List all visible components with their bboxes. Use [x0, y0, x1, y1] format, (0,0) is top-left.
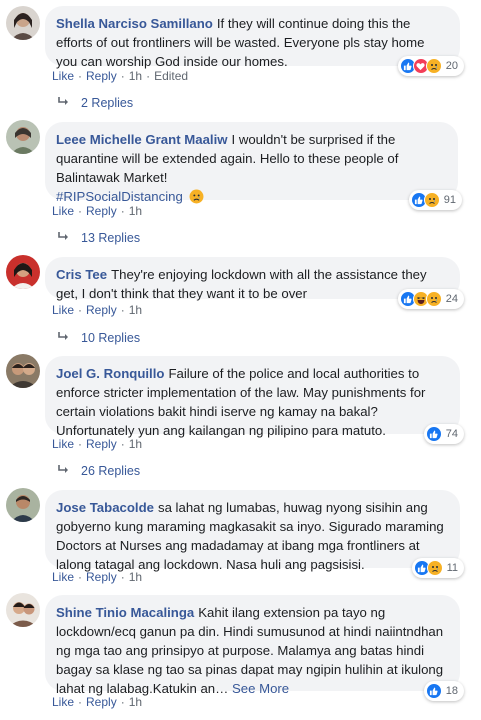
like-button[interactable]: Like	[52, 204, 74, 218]
comment-bubble: Shine Tinio Macalinga Kahit ilang extensi…	[45, 595, 464, 701]
edited-label[interactable]: Edited	[154, 69, 188, 83]
author-name[interactable]: Jose Tabacolde	[56, 500, 154, 515]
hashtag-link[interactable]: #RIPSocialDistancing	[56, 189, 183, 204]
reaction-count: 91	[443, 193, 456, 206]
like-icon	[425, 683, 442, 699]
separator: ·	[78, 437, 83, 451]
separator: ·	[120, 303, 125, 317]
comment-actions: Like · Reply · 1h	[52, 570, 142, 584]
reaction-summary[interactable]: 18	[423, 681, 464, 701]
comment-actions: Like · Reply · 1h · Edited	[52, 69, 188, 83]
comment-actions: Like · Reply · 1h	[52, 303, 142, 317]
avatar[interactable]	[6, 593, 40, 627]
avatar[interactable]	[6, 6, 40, 40]
separator: ·	[120, 437, 125, 451]
sad-icon	[425, 58, 442, 74]
comment-bubble: Jose Tabacolde sa lahat ng lumabas, huwag…	[45, 490, 464, 578]
separator: ·	[120, 204, 125, 218]
replies-count[interactable]: 10 Replies	[81, 331, 140, 345]
reply-button[interactable]: Reply	[86, 69, 117, 83]
view-replies-link[interactable]: 2 Replies	[58, 96, 133, 110]
separator: ·	[78, 69, 83, 83]
separator: ·	[78, 303, 83, 317]
author-name[interactable]: Shella Narciso Samillano	[56, 16, 213, 31]
reply-button[interactable]: Reply	[86, 437, 117, 451]
like-button[interactable]: Like	[52, 303, 74, 317]
reaction-summary[interactable]: 11	[411, 558, 464, 578]
timestamp[interactable]: 1h	[129, 695, 142, 709]
comment-bubble: Shella Narciso Samillano If they will con…	[45, 6, 464, 76]
sad-icon	[423, 192, 440, 208]
separator: ·	[120, 695, 125, 709]
comment-actions: Like · Reply · 1h	[52, 695, 142, 709]
avatar[interactable]	[6, 255, 40, 289]
like-button[interactable]: Like	[52, 570, 74, 584]
reaction-count: 74	[445, 427, 458, 440]
timestamp[interactable]: 1h	[129, 437, 142, 451]
reaction-count: 24	[445, 292, 458, 305]
separator: ·	[78, 570, 83, 584]
reaction-summary[interactable]: 74	[423, 424, 464, 444]
comment-actions: Like · Reply · 1h	[52, 437, 142, 451]
like-button[interactable]: Like	[52, 69, 74, 83]
sad-icon	[425, 291, 442, 307]
timestamp[interactable]: 1h	[129, 570, 142, 584]
like-button[interactable]: Like	[52, 695, 74, 709]
separator: ·	[120, 69, 125, 83]
separator: ·	[78, 204, 83, 218]
timestamp[interactable]: 1h	[129, 204, 142, 218]
reaction-count: 20	[445, 59, 458, 72]
timestamp[interactable]: 1h	[129, 69, 142, 83]
reaction-count: 11	[446, 561, 458, 574]
reaction-count: 18	[445, 684, 458, 697]
reply-arrow-icon	[58, 96, 70, 110]
comment-actions: Like · Reply · 1h	[52, 204, 142, 218]
reaction-summary[interactable]: 24	[397, 289, 464, 309]
view-replies-link[interactable]: 26 Replies	[58, 464, 140, 478]
comment-bubble: Joel G. Ronquillo Failure of the police a…	[45, 356, 464, 444]
separator: ·	[146, 69, 151, 83]
reply-button[interactable]: Reply	[86, 695, 117, 709]
like-button[interactable]: Like	[52, 437, 74, 451]
like-icon	[425, 426, 442, 442]
see-more-link[interactable]: See More	[232, 681, 289, 696]
reply-button[interactable]: Reply	[86, 303, 117, 317]
view-replies-link[interactable]: 13 Replies	[58, 231, 140, 245]
author-name[interactable]: Cris Tee	[56, 267, 107, 282]
reaction-summary[interactable]: 20	[397, 56, 464, 76]
replies-count[interactable]: 26 Replies	[81, 464, 140, 478]
replies-count[interactable]: 2 Replies	[81, 96, 133, 110]
avatar[interactable]	[6, 120, 40, 154]
reply-button[interactable]: Reply	[86, 204, 117, 218]
comment-bubble: Cris Tee They're enjoying lockdown with a…	[45, 257, 464, 309]
author-name[interactable]: Shine Tinio Macalinga	[56, 605, 194, 620]
author-name[interactable]: Joel G. Ronquillo	[56, 366, 164, 381]
comment-bubble: Leee Michelle Grant Maaliw I wouldn't be …	[45, 122, 462, 210]
sad-emoji-icon	[189, 189, 204, 209]
reaction-summary[interactable]: 91	[408, 190, 462, 210]
reply-button[interactable]: Reply	[86, 570, 117, 584]
comment-text: They're enjoying lockdown with all the a…	[56, 267, 427, 301]
reply-arrow-icon	[58, 231, 70, 245]
timestamp[interactable]: 1h	[129, 303, 142, 317]
avatar[interactable]	[6, 354, 40, 388]
separator: ·	[120, 570, 125, 584]
sad-icon	[426, 560, 443, 576]
reply-arrow-icon	[58, 464, 70, 478]
replies-count[interactable]: 13 Replies	[81, 231, 140, 245]
reply-arrow-icon	[58, 331, 70, 345]
author-name[interactable]: Leee Michelle Grant Maaliw	[56, 132, 228, 147]
separator: ·	[78, 695, 83, 709]
view-replies-link[interactable]: 10 Replies	[58, 331, 140, 345]
avatar[interactable]	[6, 488, 40, 522]
